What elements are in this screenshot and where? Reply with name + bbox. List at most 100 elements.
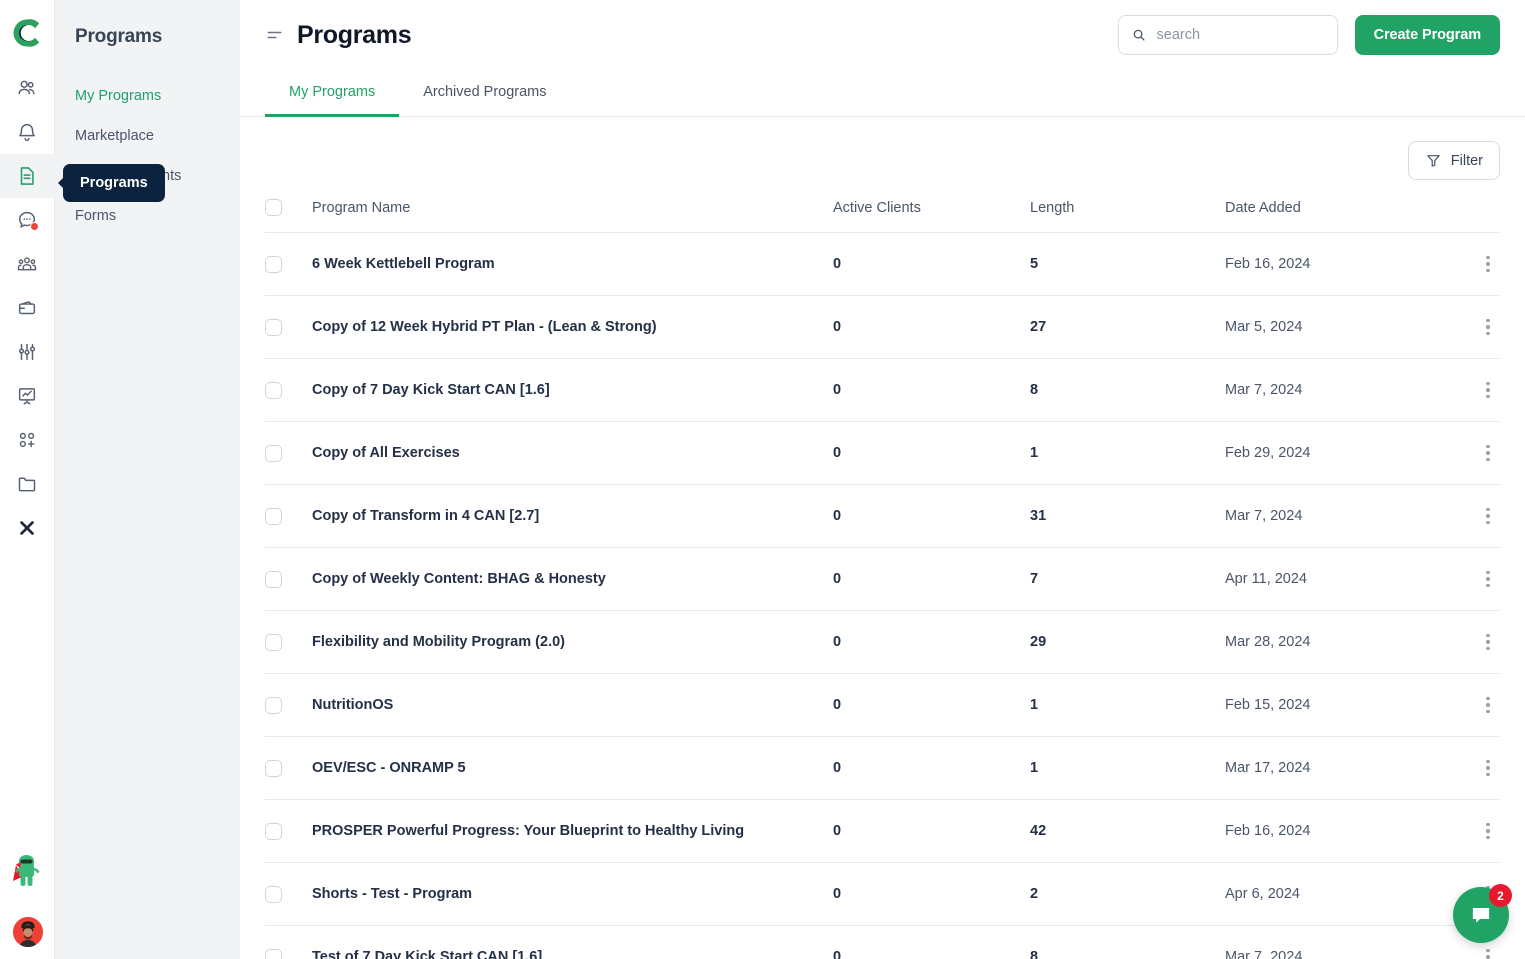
rail-item-reports[interactable] xyxy=(0,374,55,418)
row-checkbox[interactable] xyxy=(265,444,282,462)
cell-program-name[interactable]: Test of 7 Day Kick Start CAN [1.6] xyxy=(312,925,833,959)
select-all-cell xyxy=(265,199,312,233)
row-checkbox[interactable] xyxy=(265,318,282,336)
row-checkbox[interactable] xyxy=(265,381,282,399)
table-row[interactable]: Copy of 12 Week Hybrid PT Plan - (Lean &… xyxy=(265,295,1500,359)
kebab-menu-icon[interactable] xyxy=(1476,441,1500,465)
chat-bubble-icon xyxy=(1472,907,1490,923)
sidebar-item-marketplace[interactable]: Marketplace xyxy=(55,116,240,156)
avatar[interactable] xyxy=(12,917,43,947)
hamburger-icon[interactable] xyxy=(265,25,285,45)
kebab-menu-icon[interactable] xyxy=(1476,630,1500,654)
cell-program-name[interactable]: PROSPER Powerful Progress: Your Blueprin… xyxy=(312,799,833,863)
table-header-row: Program Name Active Clients Length Date … xyxy=(265,199,1500,233)
page-title-group: Programs xyxy=(265,21,412,50)
top-bar-actions: Create Program xyxy=(1117,15,1500,55)
row-select-cell xyxy=(265,736,312,800)
rail-item-files[interactable] xyxy=(0,462,55,506)
cell-program-name[interactable]: Copy of 12 Week Hybrid PT Plan - (Lean &… xyxy=(312,295,833,359)
table-row[interactable]: Flexibility and Mobility Program (2.0) 0 2… xyxy=(265,610,1500,674)
cell-date-added: Mar 7, 2024 xyxy=(1225,925,1440,959)
cell-date-added: Feb 16, 2024 xyxy=(1225,799,1440,863)
cell-program-name[interactable]: OEV/ESC - ONRAMP 5 xyxy=(312,736,833,800)
kebab-menu-icon[interactable] xyxy=(1476,819,1500,843)
table-row[interactable]: Shorts - Test - Program 0 2 Apr 6, 2024 xyxy=(265,862,1500,926)
rail-item-programs[interactable] xyxy=(0,154,55,198)
table-row[interactable]: Test of 7 Day Kick Start CAN [1.6] 0 8 Mar … xyxy=(265,925,1500,959)
row-checkbox[interactable] xyxy=(265,507,282,525)
create-program-button[interactable]: Create Program xyxy=(1354,15,1500,55)
row-checkbox[interactable] xyxy=(265,255,282,273)
group-icon xyxy=(17,257,37,271)
cell-program-name[interactable]: Copy of Transform in 4 CAN [2.7] xyxy=(312,484,833,548)
row-checkbox[interactable] xyxy=(265,822,282,840)
cell-program-name[interactable]: NutritionOS xyxy=(312,673,833,737)
rail-item-messages[interactable] xyxy=(0,198,55,242)
chat-launcher-button[interactable]: 2 xyxy=(1453,884,1512,943)
search-box[interactable] xyxy=(1117,15,1338,55)
column-program-name[interactable]: Program Name xyxy=(312,199,833,233)
rail-item-clients[interactable] xyxy=(0,66,55,110)
cell-date-added: Mar 7, 2024 xyxy=(1225,358,1440,422)
kebab-menu-icon[interactable] xyxy=(1476,315,1500,339)
rail-item-payments[interactable] xyxy=(0,286,55,330)
kebab-menu-icon[interactable] xyxy=(1476,945,1500,959)
kebab-menu-icon[interactable] xyxy=(1476,567,1500,591)
tab-archived-programs[interactable]: Archived Programs xyxy=(399,70,570,116)
rail-item-groups[interactable] xyxy=(0,242,55,286)
cell-program-name[interactable]: Copy of 7 Day Kick Start CAN [1.6] xyxy=(312,358,833,422)
cell-program-name[interactable]: Shorts - Test - Program xyxy=(312,862,833,926)
column-active-clients[interactable]: Active Clients xyxy=(833,199,1030,233)
app-logo[interactable] xyxy=(0,0,55,66)
cell-date-added: Feb 16, 2024 xyxy=(1225,232,1440,296)
tab-my-programs[interactable]: My Programs xyxy=(265,70,400,117)
kebab-menu-icon[interactable] xyxy=(1476,504,1500,528)
row-checkbox[interactable] xyxy=(265,885,282,903)
kebab-menu-icon[interactable] xyxy=(1476,378,1500,402)
select-all-checkbox[interactable] xyxy=(265,199,282,216)
table-row[interactable]: Copy of Weekly Content: BHAG & Honesty 0 7… xyxy=(265,547,1500,611)
row-checkbox[interactable] xyxy=(265,570,282,588)
kebab-menu-icon[interactable] xyxy=(1476,252,1500,276)
cell-active-clients: 0 xyxy=(833,610,1030,674)
cell-date-added: Mar 5, 2024 xyxy=(1225,295,1440,359)
row-select-cell xyxy=(265,925,312,959)
messages-unread-dot xyxy=(29,222,39,231)
column-length[interactable]: Length xyxy=(1030,199,1225,233)
kebab-menu-icon[interactable] xyxy=(1476,756,1500,780)
cell-program-name[interactable]: Copy of Weekly Content: BHAG & Honesty xyxy=(312,547,833,611)
cell-active-clients: 0 xyxy=(833,484,1030,548)
cell-actions xyxy=(1440,547,1500,611)
cell-active-clients: 0 xyxy=(833,358,1030,422)
row-checkbox[interactable] xyxy=(265,633,282,651)
row-select-cell xyxy=(265,232,312,296)
search-input[interactable] xyxy=(1156,27,1324,43)
row-checkbox[interactable] xyxy=(265,759,282,777)
kebab-menu-icon[interactable] xyxy=(1476,693,1500,717)
rail-item-settings[interactable] xyxy=(0,330,55,374)
apps-add-icon xyxy=(19,432,35,448)
rail-item-close[interactable] xyxy=(0,506,55,550)
table-row[interactable]: NutritionOS 0 1 Feb 15, 2024 xyxy=(265,673,1500,737)
clients-icon xyxy=(18,80,35,95)
cell-program-name[interactable]: Flexibility and Mobility Program (2.0) xyxy=(312,610,833,674)
row-checkbox[interactable] xyxy=(265,696,282,714)
row-checkbox[interactable] xyxy=(265,948,282,959)
table-row[interactable]: 6 Week Kettlebell Program 0 5 Feb 16, 2024 xyxy=(265,232,1500,296)
filter-button[interactable]: Filter xyxy=(1407,141,1500,180)
sidebar-item-forms[interactable]: Forms xyxy=(55,196,240,236)
rail-item-integrations[interactable] xyxy=(0,418,55,462)
table-row[interactable]: PROSPER Powerful Progress: Your Blueprin… xyxy=(265,799,1500,863)
cell-program-name[interactable]: Copy of All Exercises xyxy=(312,421,833,485)
filter-row: Filter xyxy=(240,117,1525,180)
column-date-added[interactable]: Date Added xyxy=(1225,199,1440,233)
sidebar-item-my-programs[interactable]: My Programs xyxy=(55,76,240,116)
cell-program-name[interactable]: 6 Week Kettlebell Program xyxy=(312,232,833,296)
table-row[interactable]: Copy of All Exercises 0 1 Feb 29, 2024 xyxy=(265,421,1500,485)
rail-item-notifications[interactable] xyxy=(0,110,55,154)
table-row[interactable]: Copy of Transform in 4 CAN [2.7] 0 31 Mar 7… xyxy=(265,484,1500,548)
cell-date-added: Mar 28, 2024 xyxy=(1225,610,1440,674)
mascot-icon[interactable] xyxy=(10,851,46,893)
table-row[interactable]: OEV/ESC - ONRAMP 5 0 1 Mar 17, 2024 xyxy=(265,736,1500,800)
table-row[interactable]: Copy of 7 Day Kick Start CAN [1.6] 0 8 Mar … xyxy=(265,358,1500,422)
